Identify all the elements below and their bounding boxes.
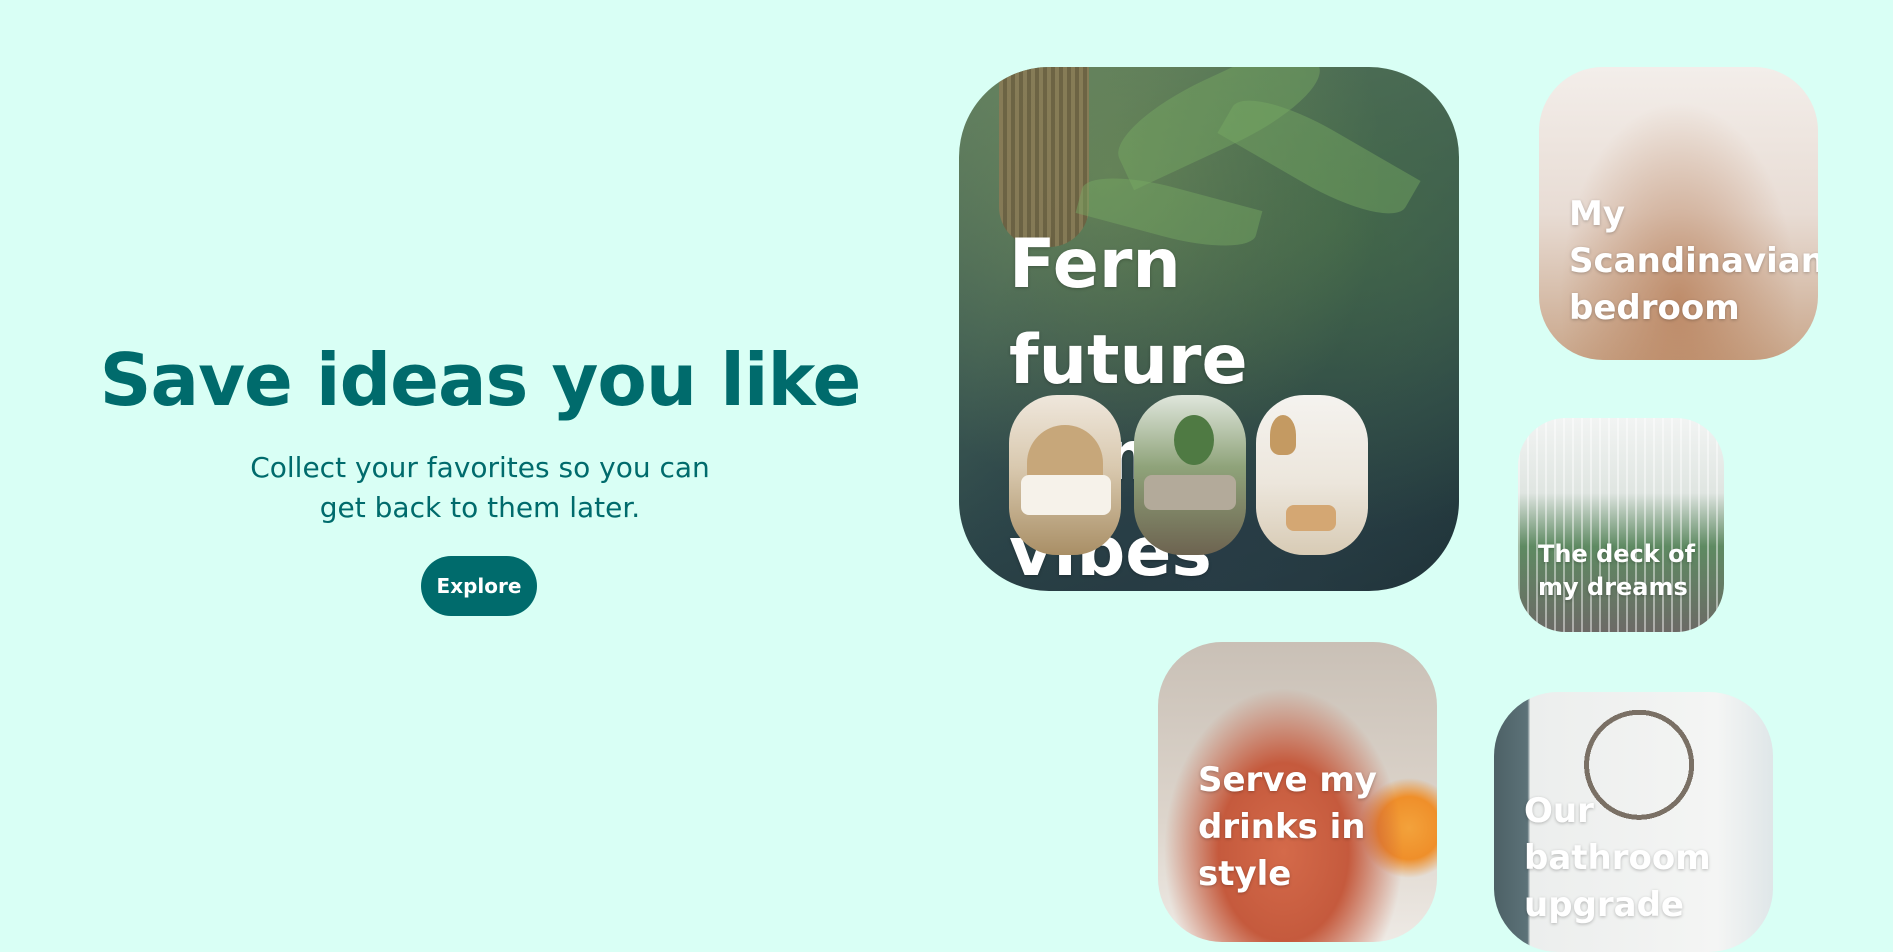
living-room-thumbnail [1134, 395, 1246, 555]
card-title: My Scandinavian bedroom [1569, 194, 1818, 328]
bed-shape [1021, 475, 1111, 515]
lounge-thumbnail [1256, 395, 1368, 555]
board-card-scandinavian-bedroom[interactable]: My Scandinavian bedroom [1539, 67, 1818, 360]
card-title: Serve my drinks in style [1198, 760, 1377, 894]
board-card-bathroom[interactable]: Our bathroom upgrade [1494, 692, 1773, 952]
card-title: The deck of my dreams [1538, 540, 1696, 601]
sofa-shape [1144, 475, 1236, 510]
board-preview-images [1009, 395, 1409, 555]
pendant-lamp-shape [1270, 415, 1296, 455]
card-title: Our bathroom upgrade [1524, 791, 1711, 925]
explore-button[interactable]: Explore [421, 556, 537, 616]
hero-subtitle: Collect your favorites so you can get ba… [250, 451, 710, 524]
bedroom-thumbnail [1009, 395, 1121, 555]
hero-section: Save ideas you like Collect your favorit… [0, 0, 960, 900]
board-card-deck[interactable]: The deck of my dreams [1518, 418, 1724, 632]
board-card-fern[interactable]: Fern future home vibes [959, 67, 1459, 591]
table-shape [1286, 505, 1336, 531]
hero-title: Save ideas you like [99, 338, 862, 422]
board-card-drinks[interactable]: Serve my drinks in style [1158, 642, 1437, 942]
plant-shape [1174, 415, 1214, 465]
